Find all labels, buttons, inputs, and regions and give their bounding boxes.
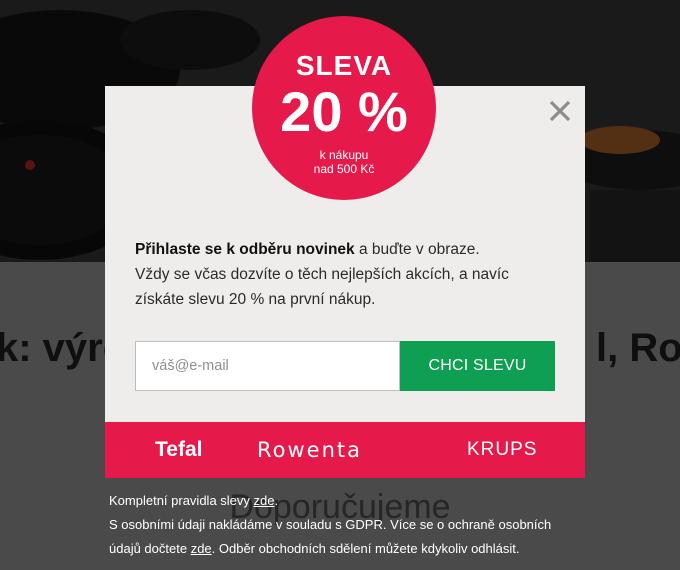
- brand-strip: Tefal Rowenta KRUPS: [105, 422, 585, 478]
- legal-line3-end: . Odběr obchodních sdělení můžete kdykol…: [211, 541, 520, 556]
- badge-title: SLEVA: [295, 50, 393, 81]
- legal-text: Kompletní pravidla slevy zde. S osobními…: [109, 489, 579, 561]
- intro-line3: získáte slevu 20 % na první nákup.: [135, 291, 376, 308]
- background-heading-right: l, Row: [596, 326, 680, 370]
- brand-logo-krups: KRUPS: [467, 439, 538, 460]
- legal-line2: S osobními údaji nakládáme v souladu s G…: [109, 517, 552, 532]
- badge-percent: 20 %: [280, 80, 408, 143]
- close-icon: [549, 100, 571, 122]
- badge-condition-line1: k nákupu: [319, 148, 369, 162]
- subscribe-button[interactable]: CHCI SLEVU: [400, 341, 555, 391]
- email-input[interactable]: [135, 341, 400, 391]
- brand-logo-rowenta: Rowenta: [257, 438, 363, 462]
- intro-line2: Vždy se včas dozvíte o těch nejlepších a…: [135, 266, 509, 283]
- legal-line3: údajů dočtete: [109, 541, 191, 556]
- intro-bold: Přihlaste se k odběru novinek: [135, 241, 355, 258]
- close-button[interactable]: [547, 98, 573, 124]
- privacy-link[interactable]: zde: [191, 541, 212, 556]
- rules-link[interactable]: zde: [254, 493, 275, 508]
- brand-logo-tefal: Tefal: [155, 438, 203, 461]
- discount-badge: SLEVA 20 % k nákupu nad 500 Kč: [252, 16, 436, 200]
- intro-rest: a buďte v obraze.: [354, 241, 480, 258]
- newsletter-intro: Přihlaste se k odběru novinek a buďte v …: [135, 237, 565, 312]
- legal-line1: Kompletní pravidla slevy: [109, 493, 254, 508]
- badge-condition-line2: nad 500 Kč: [313, 162, 375, 176]
- legal-line1-end: .: [274, 493, 279, 508]
- badge-condition: k nákupu nad 500 Kč: [252, 148, 436, 176]
